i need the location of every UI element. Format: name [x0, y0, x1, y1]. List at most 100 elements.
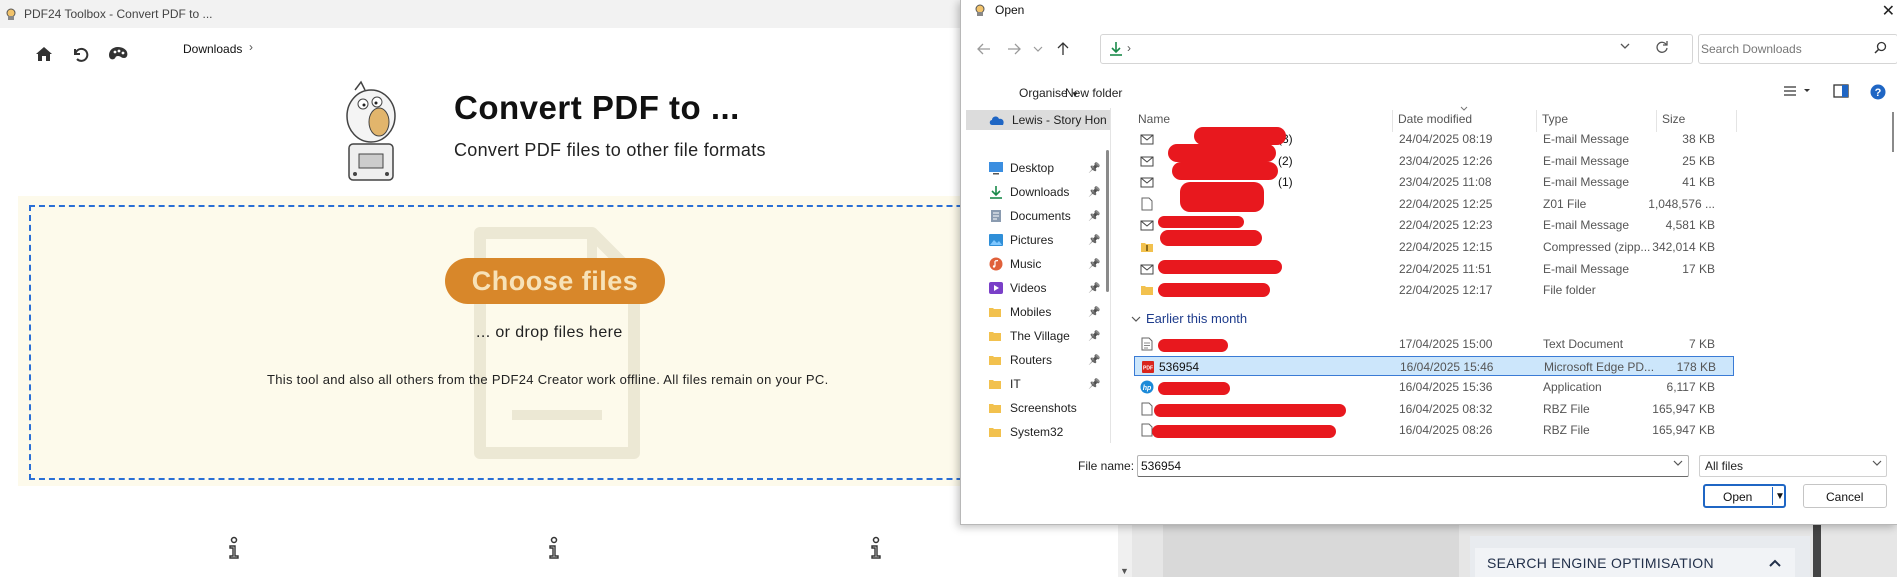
view-options-icon[interactable]	[1784, 85, 1810, 97]
sidebar-item-music[interactable]: Music 📌	[988, 254, 1108, 274]
file-name-input[interactable]	[1137, 455, 1689, 477]
sidebar-item-the-village[interactable]: The Village 📌	[988, 326, 1108, 346]
info-icon[interactable]	[868, 536, 884, 560]
close-icon[interactable]: ✕	[1882, 1, 1895, 21]
refresh-icon[interactable]	[1655, 40, 1669, 54]
open-options-chevron-icon[interactable]: ▼	[1775, 491, 1785, 502]
file-size: 6,117 KB	[1666, 380, 1715, 395]
file-name: 536954	[1159, 359, 1200, 374]
file-type: RBZ File	[1543, 423, 1590, 438]
preview-pane-icon[interactable]	[1833, 84, 1849, 98]
nav-scrollbar[interactable]	[1106, 150, 1109, 292]
pin-icon: 📌	[1088, 282, 1101, 294]
open-button-label[interactable]: Open	[1723, 490, 1752, 504]
home-icon[interactable]	[34, 44, 54, 64]
folder-icon	[1140, 283, 1154, 297]
file-date: 24/04/2025 08:19	[1399, 132, 1493, 146]
file-type: File folder	[1543, 283, 1596, 298]
column-header-type[interactable]: Type	[1542, 112, 1568, 128]
chevron-down-icon	[1131, 316, 1141, 322]
new-folder-button[interactable]: New folder	[1065, 86, 1122, 100]
page-subtitle: Convert PDF files to other file formats	[454, 140, 766, 160]
sidebar-item-pictures[interactable]: Pictures 📌	[988, 230, 1108, 250]
sidebar-item-it[interactable]: IT 📌	[988, 374, 1108, 394]
pdf24-app-icon	[975, 4, 985, 16]
palette-icon[interactable]	[107, 44, 128, 64]
group-label: Earlier this month	[1146, 311, 1248, 326]
file-date: 16/04/2025 15:46	[1400, 359, 1494, 374]
file-name-dropdown-icon[interactable]	[1673, 460, 1683, 466]
file-icon	[1140, 197, 1154, 211]
drop-files-hint: ... or drop files here	[476, 324, 623, 341]
file-name-value[interactable]: 536954	[1141, 459, 1181, 473]
file-size: 38 KB	[1682, 132, 1715, 146]
folder-icon	[988, 425, 1004, 439]
folder-icon	[988, 305, 1004, 319]
seo-section-header[interactable]: SEARCH ENGINE OPTIMISATION	[1475, 548, 1795, 577]
svg-text:?: ?	[1875, 87, 1882, 99]
sidebar-item-routers[interactable]: Routers 📌	[988, 350, 1108, 370]
file-row[interactable]: PDF 536954 16/04/2025 15:46 Microsoft Edge …	[1134, 355, 1734, 376]
file-type: Application	[1543, 380, 1602, 395]
nav-item-onedrive[interactable]: Lewis - Story Hon	[966, 110, 1110, 130]
search-icon[interactable]	[1874, 41, 1887, 54]
back-arrow-icon[interactable]	[975, 40, 993, 58]
sidebar-item-desktop[interactable]: Desktop 📌	[988, 158, 1108, 178]
sidebar-item-documents[interactable]: Documents 📌	[988, 206, 1108, 226]
column-header-size[interactable]: Size	[1662, 112, 1685, 128]
pin-icon: 📌	[1088, 258, 1101, 270]
folder-icon	[988, 329, 1004, 343]
pin-icon: 📌	[1088, 210, 1101, 222]
file-size: 342,014 KB	[1652, 240, 1715, 254]
folder-icon	[988, 353, 1004, 367]
undo-icon[interactable]	[70, 44, 90, 64]
info-icon[interactable]	[546, 536, 562, 560]
group-header-earlier-this-month[interactable]: Earlier this month	[1131, 311, 1247, 326]
up-arrow-icon[interactable]	[1054, 40, 1072, 58]
file-date: 22/04/2025 12:25	[1399, 196, 1493, 211]
breadcrumb-downloads[interactable]: Downloads	[183, 42, 242, 56]
pin-icon: 📌	[1088, 378, 1101, 390]
svg-text:PDF: PDF	[1143, 365, 1153, 371]
nav-onedrive-label: Lewis - Story Hon	[1012, 113, 1107, 127]
file-size: 165,947 KB	[1652, 401, 1715, 416]
help-icon[interactable]: ?	[1870, 84, 1886, 100]
file-name: (2)	[1278, 153, 1293, 168]
sidebar-item-label: Music	[1010, 257, 1042, 271]
file-date: 22/04/2025 12:23	[1399, 218, 1493, 233]
recent-locations-chevron-icon[interactable]	[1029, 40, 1047, 58]
mail-icon	[1140, 262, 1154, 276]
choose-files-button[interactable]: Choose files	[445, 258, 665, 304]
pdf24-mascot-image	[346, 80, 396, 181]
redaction-mark	[1152, 425, 1336, 438]
redaction-mark	[1194, 127, 1286, 145]
info-icon[interactable]	[226, 536, 242, 560]
redaction-mark	[1158, 260, 1282, 274]
sidebar-item-system32[interactable]: System32	[988, 422, 1108, 442]
address-dropdown-icon[interactable]	[1619, 40, 1631, 52]
file-type: E-mail Message	[1543, 261, 1630, 276]
breadcrumb-chevron-icon[interactable]: ›	[249, 40, 253, 54]
pictures-icon	[988, 233, 1004, 247]
file-type: E-mail Message	[1543, 218, 1630, 233]
column-header-date[interactable]: Date modified	[1398, 112, 1472, 128]
desktop-icon	[988, 161, 1004, 175]
cancel-button-label[interactable]: Cancel	[1826, 490, 1863, 504]
sidebar-item-mobiles[interactable]: Mobiles 📌	[988, 302, 1108, 322]
redaction-mark	[1158, 382, 1230, 395]
nav-pane-divider[interactable]	[1110, 108, 1111, 443]
file-list-scrollbar[interactable]	[1892, 112, 1894, 152]
sidebar-item-videos[interactable]: Videos 📌	[988, 278, 1108, 298]
column-header-name[interactable]: Name	[1138, 112, 1170, 128]
column-divider[interactable]	[1736, 110, 1737, 132]
sidebar-item-label: IT	[1010, 377, 1021, 391]
sidebar-item-screenshots[interactable]: Screenshots	[988, 398, 1108, 418]
music-icon	[988, 257, 1004, 271]
file-type-dropdown-icon[interactable]	[1872, 460, 1882, 466]
forward-arrow-icon[interactable]	[1005, 40, 1023, 58]
sidebar-item-downloads[interactable]: Downloads 📌	[988, 182, 1108, 202]
scroll-down-icon[interactable]: ▼	[1120, 566, 1129, 576]
page-title: Convert PDF to ...	[454, 89, 740, 126]
breadcrumb-separator-icon: ›	[1127, 41, 1131, 55]
address-bar[interactable]: ›	[1100, 34, 1693, 64]
